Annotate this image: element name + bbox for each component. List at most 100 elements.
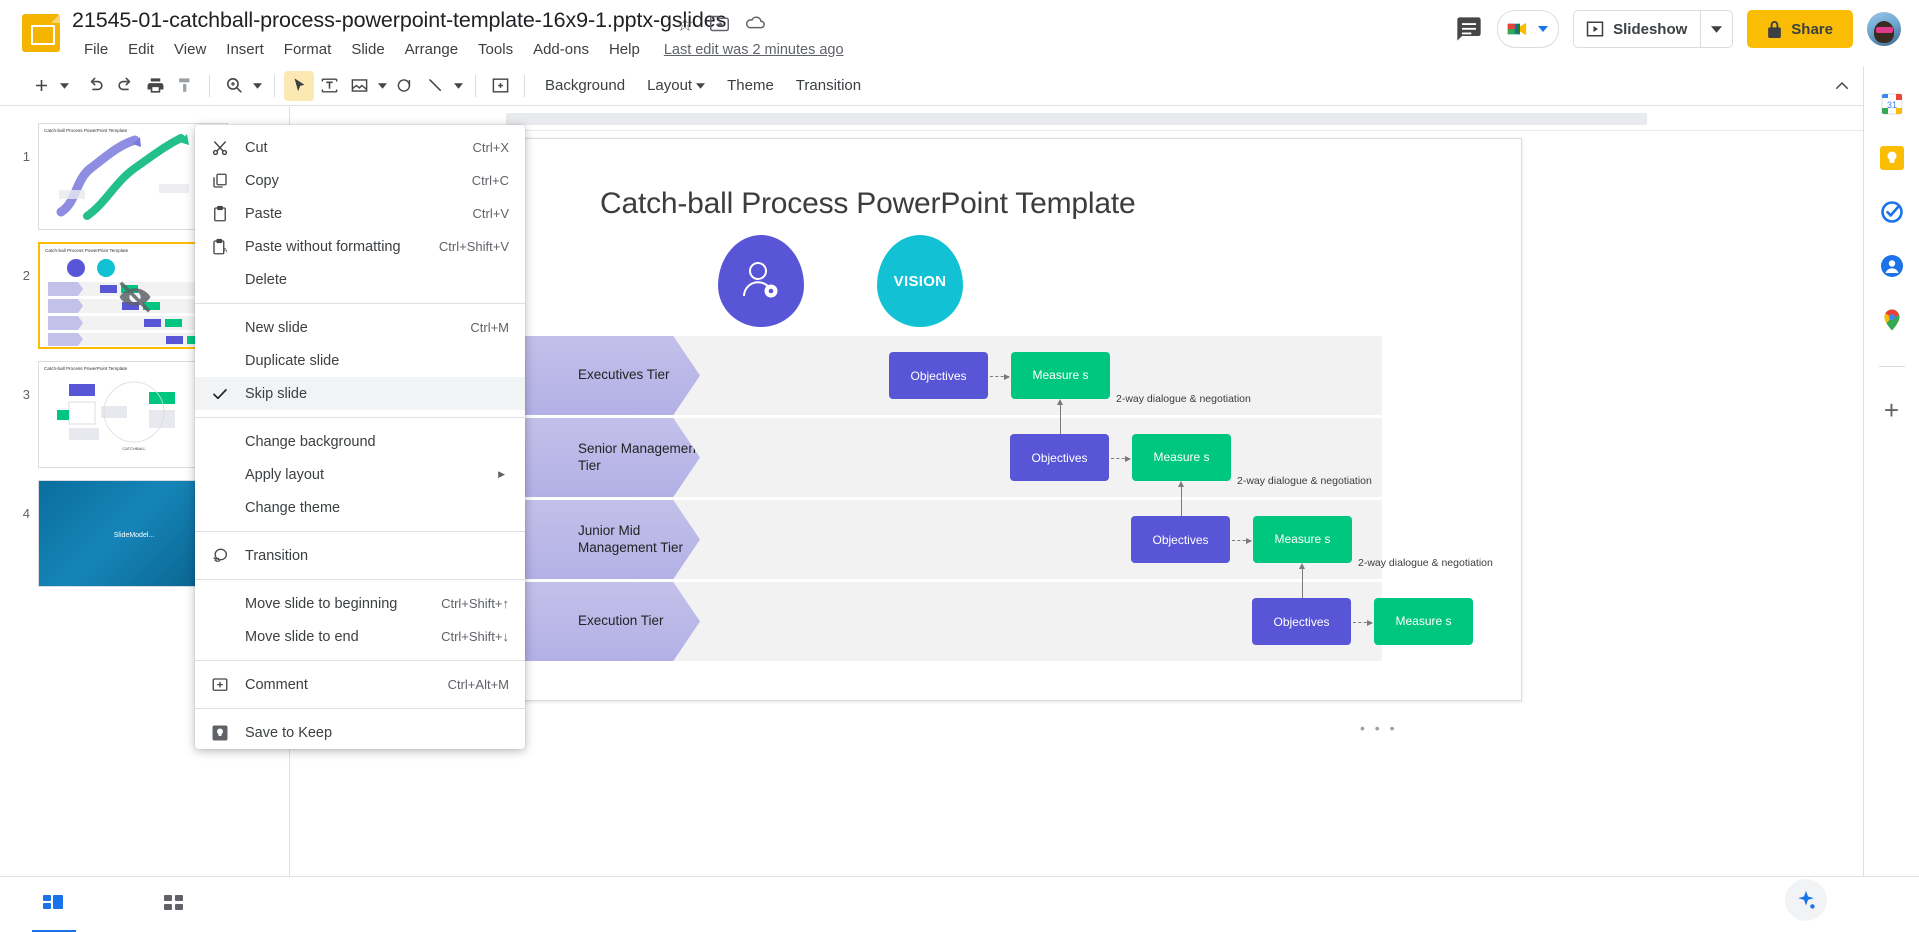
theme-button[interactable]: Theme xyxy=(716,72,785,99)
background-button[interactable]: Background xyxy=(534,72,636,99)
layout-button[interactable]: Layout xyxy=(636,72,716,99)
explore-button[interactable] xyxy=(1785,879,1827,921)
context-menu-item-paste-without-formatting[interactable]: A Paste without formatting Ctrl+Shift+V xyxy=(195,230,525,263)
measures-box-3[interactable]: Measure s xyxy=(1253,516,1352,563)
collapse-toolbar-button[interactable] xyxy=(1827,71,1857,101)
context-menu-shortcut: Ctrl+Alt+M xyxy=(447,677,509,692)
line-dropdown-caret[interactable] xyxy=(450,71,466,101)
measures-box-2[interactable]: Measure s xyxy=(1132,434,1231,481)
slide-number: 3 xyxy=(22,387,30,402)
copy-icon xyxy=(207,172,233,190)
new-slide-button[interactable] xyxy=(26,71,56,101)
chevron-down-icon xyxy=(1711,25,1723,33)
shape-button[interactable] xyxy=(390,71,420,101)
context-menu-item-comment[interactable]: Comment Ctrl+Alt+M xyxy=(195,668,525,701)
text-box-button[interactable] xyxy=(314,71,344,101)
add-comment-button[interactable] xyxy=(485,71,515,101)
menu-view[interactable]: View xyxy=(164,38,216,61)
context-menu-label: Cut xyxy=(245,139,268,156)
slide-context-menu[interactable]: Cut Ctrl+X Copy Ctrl+C Paste Ctrl+V A Pa… xyxy=(195,125,525,749)
google-slides-logo-icon[interactable] xyxy=(22,14,60,52)
redo-button[interactable] xyxy=(110,71,140,101)
filmstrip-view-button[interactable] xyxy=(32,891,76,932)
menu-file[interactable]: File xyxy=(74,38,118,61)
star-icon[interactable]: ☆ xyxy=(676,12,698,36)
context-menu-item-cut[interactable]: Cut Ctrl+X xyxy=(195,131,525,164)
horizontal-ruler[interactable] xyxy=(290,107,1863,131)
google-meet-button[interactable] xyxy=(1497,10,1560,48)
insert-image-button[interactable] xyxy=(344,71,374,101)
comment-history-icon[interactable] xyxy=(1455,15,1483,43)
move-to-folder-icon[interactable] xyxy=(709,13,731,35)
context-menu-item-change-theme[interactable]: Change theme xyxy=(195,491,525,524)
toolbar-divider xyxy=(209,74,210,97)
context-menu-item-paste[interactable]: Paste Ctrl+V xyxy=(195,197,525,230)
tier-chevron-1: Executives Tier xyxy=(522,336,700,415)
menu-addons[interactable]: Add-ons xyxy=(523,38,599,61)
menu-slide[interactable]: Slide xyxy=(341,38,394,61)
menu-arrange[interactable]: Arrange xyxy=(395,38,468,61)
objectives-box-4[interactable]: Objectives xyxy=(1252,598,1351,645)
context-menu-item-save-to-keep[interactable]: Save to Keep xyxy=(195,716,525,749)
menu-format[interactable]: Format xyxy=(274,38,342,61)
context-menu-item-copy[interactable]: Copy Ctrl+C xyxy=(195,164,525,197)
transition-button[interactable]: Transition xyxy=(785,72,872,99)
objectives-box-1[interactable]: Objectives xyxy=(889,352,988,399)
contacts-icon[interactable] xyxy=(1880,254,1904,278)
measures-box-4[interactable]: Measure s xyxy=(1374,598,1473,645)
share-button[interactable]: Share xyxy=(1747,10,1853,48)
maps-icon[interactable] xyxy=(1880,308,1904,332)
dialogue-note-3: 2-way dialogue & negotiation xyxy=(1358,557,1493,569)
tier-label: Execution Tier xyxy=(578,613,664,629)
new-slide-dropdown-caret[interactable] xyxy=(56,71,72,101)
context-menu-item-apply-layout[interactable]: Apply layout ▶ xyxy=(195,458,525,491)
svg-text:CATCHBALL: CATCHBALL xyxy=(122,446,146,451)
context-menu-item-change-background[interactable]: Change background xyxy=(195,425,525,458)
add-app-button[interactable]: + xyxy=(1884,397,1899,423)
tier-chevron-2: Senior Management Tier xyxy=(522,418,700,497)
menu-help[interactable]: Help xyxy=(599,38,650,61)
paint-format-button[interactable] xyxy=(170,71,200,101)
slideshow-dropdown-caret[interactable] xyxy=(1700,11,1732,47)
last-edit-status[interactable]: Last edit was 2 minutes ago xyxy=(664,42,844,58)
undo-button[interactable] xyxy=(80,71,110,101)
context-menu-item-delete[interactable]: Delete xyxy=(195,263,525,296)
slideshow-button[interactable]: Slideshow xyxy=(1573,10,1734,48)
line-button[interactable] xyxy=(420,71,450,101)
context-menu-item-duplicate-slide[interactable]: Duplicate slide xyxy=(195,344,525,377)
context-menu-item-new-slide[interactable]: New slide Ctrl+M xyxy=(195,311,525,344)
objectives-box-3[interactable]: Objectives xyxy=(1131,516,1230,563)
objectives-box-2[interactable]: Objectives xyxy=(1010,434,1109,481)
measures-box-1[interactable]: Measure s xyxy=(1011,352,1110,399)
keep-icon[interactable] xyxy=(1879,146,1904,170)
avatar[interactable] xyxy=(1867,12,1901,46)
menu-edit[interactable]: Edit xyxy=(118,38,164,61)
svg-text:31: 31 xyxy=(1886,100,1896,110)
menu-tools[interactable]: Tools xyxy=(468,38,523,61)
menu-insert[interactable]: Insert xyxy=(216,38,274,61)
zoom-dropdown-caret[interactable] xyxy=(249,71,265,101)
slide-title[interactable]: Catch-ball Process PowerPoint Template xyxy=(600,187,1136,221)
context-menu-shortcut: Ctrl+X xyxy=(472,140,509,155)
context-menu-label: Copy xyxy=(245,172,279,189)
clipboard-text-icon: A xyxy=(207,238,233,256)
slide-canvas[interactable]: Catch-ball Process PowerPoint Template V… xyxy=(521,138,1522,701)
select-tool-button[interactable] xyxy=(284,70,314,101)
context-menu-item-skip-slide[interactable]: Skip slide xyxy=(195,377,525,410)
grid-view-button[interactable] xyxy=(161,891,187,920)
document-title[interactable]: 21545-01-catchball-process-powerpoint-te… xyxy=(72,8,726,33)
calendar-icon[interactable]: 31 xyxy=(1880,92,1904,116)
zoom-button[interactable] xyxy=(219,71,249,101)
cloud-save-icon[interactable] xyxy=(744,13,766,35)
print-button[interactable] xyxy=(140,71,170,101)
arrow-objectives-to-measures-2 xyxy=(1111,455,1131,462)
dialogue-note-1: 2-way dialogue & negotiation xyxy=(1116,393,1251,405)
menu-bar: File Edit View Insert Format Slide Arran… xyxy=(74,38,844,61)
context-menu-item-move-slide-to-beginning[interactable]: Move slide to beginning Ctrl+Shift+↑ xyxy=(195,587,525,620)
context-menu-separator xyxy=(195,303,525,304)
context-menu-shortcut: Ctrl+C xyxy=(471,173,509,188)
image-dropdown-caret[interactable] xyxy=(374,71,390,101)
context-menu-item-move-slide-to-end[interactable]: Move slide to end Ctrl+Shift+↓ xyxy=(195,620,525,653)
tasks-icon[interactable] xyxy=(1880,200,1904,224)
context-menu-item-transition[interactable]: Transition xyxy=(195,539,525,572)
